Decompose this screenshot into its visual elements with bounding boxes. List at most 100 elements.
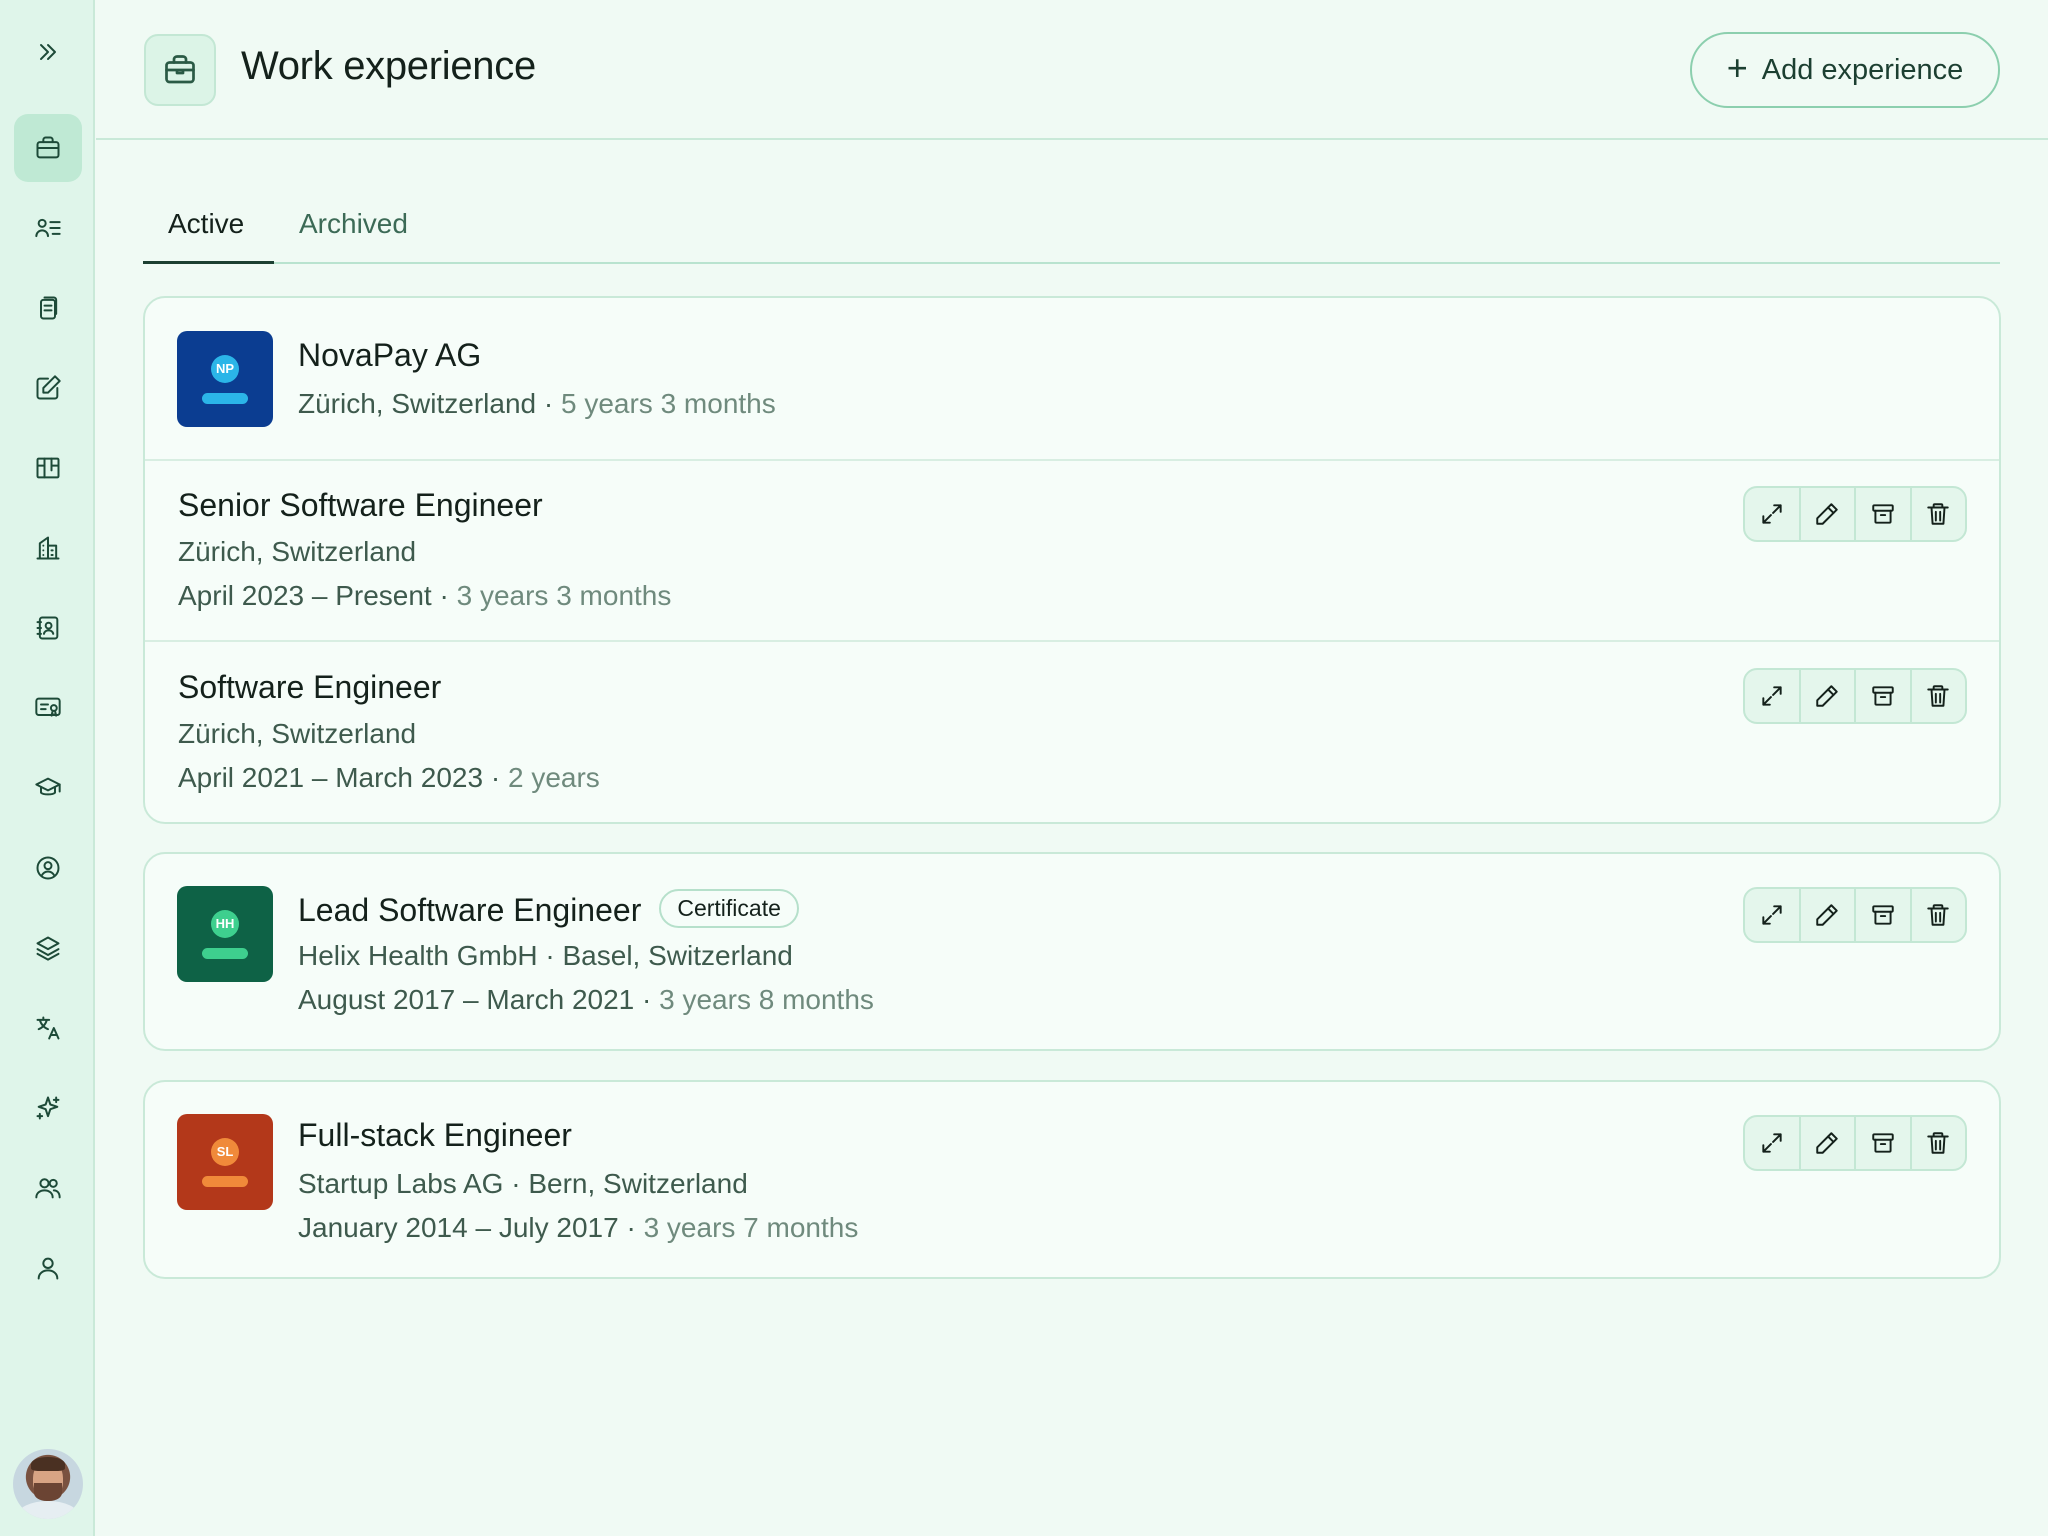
role-dates: January 2014 – July 2017 · 3 years 7 mon… [298,1212,858,1244]
company-duration: 5 years 3 months [560,388,776,419]
sidebar-item-education[interactable] [14,754,82,822]
expand-button[interactable] [1745,670,1801,722]
separator: · [618,1212,644,1243]
expand-icon [1762,686,1782,706]
role-title: Lead Software Engineer [298,892,642,928]
user-circle-icon [36,856,60,880]
archive-icon [1872,905,1894,925]
sidebar-item-documents[interactable] [14,274,82,342]
logo-bar [202,392,248,404]
avatar-beard [34,1483,62,1501]
tab-active-indicator [143,261,274,264]
pencil-icon [1816,904,1838,926]
company-name: NovaPay AG [298,337,482,373]
archive-icon [1872,504,1894,524]
edit-button[interactable] [1801,670,1856,722]
role-actions [1743,887,1967,943]
archive-icon [1872,1133,1894,1153]
logo-bar [202,1175,248,1187]
role-title-row: Lead Software Engineer Certificate [298,889,799,929]
sparkle-icon [36,1096,60,1120]
delete-button[interactable] [1912,488,1966,540]
expand-icon [1762,1133,1782,1153]
profile-list-icon [35,218,61,238]
archive-button[interactable] [1856,488,1912,540]
avatar[interactable] [13,1449,83,1519]
company-logo-startup-labs: SL [177,1114,273,1210]
edit-button[interactable] [1801,1117,1856,1169]
expand-icon [1762,905,1782,925]
role-title: Senior Software Engineer [178,487,543,523]
archive-button[interactable] [1856,1117,1912,1169]
divider [145,640,1999,642]
role-duration: 3 years 3 months [456,580,672,611]
avatar-hair [31,1457,65,1471]
role-actions [1743,1115,1967,1171]
user-icon [37,1257,59,1280]
sidebar-item-work-experience[interactable] [14,114,82,182]
sidebar-item-contacts[interactable] [14,594,82,662]
add-experience-label: Add experience [1761,53,1964,86]
sidebar-toggle-button[interactable] [14,18,82,86]
tab-archived[interactable]: Archived [299,208,408,240]
expand-button[interactable] [1745,488,1801,540]
edit-button[interactable] [1801,889,1856,941]
pencil-icon [1816,1132,1838,1154]
tab-active[interactable]: Active [168,208,244,240]
delete-button[interactable] [1912,670,1966,722]
sidebar-item-user[interactable] [14,1234,82,1302]
role-date-range: August 2017 – March 2021 [298,984,635,1015]
sidebar [0,0,95,1536]
sidebar-item-companies[interactable] [14,514,82,582]
role-dates: April 2021 – March 2023 · 2 years [178,762,600,794]
sidebar-item-languages[interactable] [14,994,82,1062]
sidebar-item-team[interactable] [14,1154,82,1222]
pencil-icon [1816,685,1838,707]
edit-button[interactable] [1801,488,1856,540]
plus-icon: + [1726,47,1748,88]
sidebar-item-certificates[interactable] [14,674,82,742]
trash-icon [1927,685,1949,707]
delete-button[interactable] [1912,889,1966,941]
avatar-shirt [17,1501,79,1519]
role-actions [1743,486,1967,542]
certificate-badge[interactable]: Certificate [659,889,799,928]
sidebar-item-layers[interactable] [14,914,82,982]
role-dates: April 2023 – Present · 3 years 3 months [178,580,671,612]
role-dates: August 2017 – March 2021 · 3 years 8 mon… [298,984,874,1016]
company-location: Startup Labs AG · Bern, Switzerland [298,1168,748,1199]
archive-button[interactable] [1856,889,1912,941]
company-location: Zürich, Switzerland [298,388,537,419]
users-icon [35,1178,61,1199]
delete-button[interactable] [1912,1117,1966,1169]
role-location: Zürich, Switzerland [178,536,417,567]
logo-initials: HH [211,909,239,938]
tabs: Active Archived [143,198,2000,264]
expand-button[interactable] [1745,1117,1801,1169]
role-duration: 3 years 7 months [643,1212,859,1243]
building-icon [36,536,60,560]
sidebar-item-ai[interactable] [14,1074,82,1142]
sidebar-item-board[interactable] [14,434,82,502]
company-card-novapay: NP NovaPay AG Zürich, Switzerland · 5 ye… [143,296,2001,824]
sidebar-item-account[interactable] [14,834,82,902]
briefcase-icon [144,34,216,106]
divider [145,459,1999,461]
add-experience-button[interactable]: + Add experience [1690,32,2000,108]
expand-button[interactable] [1745,889,1801,941]
sidebar-item-edit[interactable] [14,354,82,422]
graduation-cap-icon [35,777,61,796]
documents-icon [40,296,58,320]
logo-initials: SL [211,1137,239,1166]
certificate-icon [35,697,61,717]
separator: · [634,984,660,1015]
separator: · [431,580,457,611]
role-title: Software Engineer [178,669,442,705]
board-icon [36,457,60,479]
trash-icon [1927,904,1949,926]
sidebar-item-profile[interactable] [14,194,82,262]
role-date-range: April 2021 – March 2023 [178,762,484,793]
briefcase-icon [36,136,60,159]
company-location: Helix Health GmbH · Basel, Switzerland [298,940,793,971]
archive-button[interactable] [1856,670,1912,722]
